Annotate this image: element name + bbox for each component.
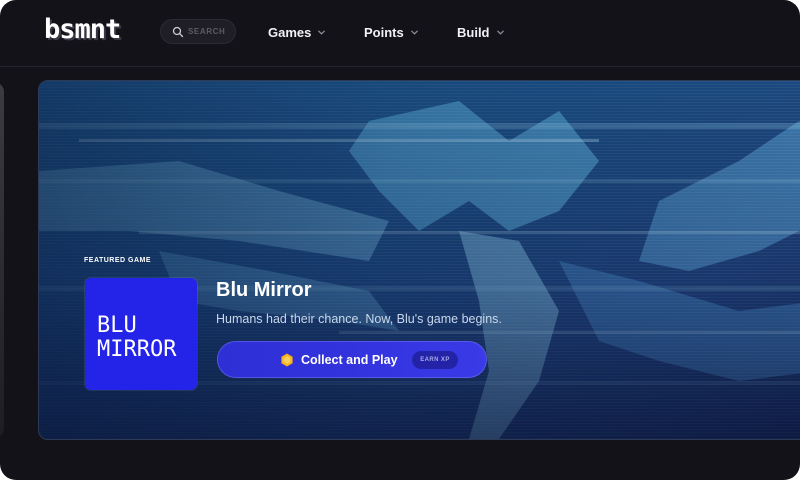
nav-item-label: Build <box>457 24 490 40</box>
search-placeholder: SEARCH <box>188 27 226 36</box>
collect-and-play-button[interactable]: Collect and Play EARN XP <box>217 341 487 378</box>
logo[interactable]: bsmnt <box>44 15 121 45</box>
search-icon <box>172 26 184 38</box>
game-description: Humans had their chance. Now, Blu's game… <box>216 312 502 326</box>
app-frame: bsmnt SEARCH Games Points Build FEATURED… <box>0 0 800 480</box>
cta-label: Collect and Play <box>301 353 398 367</box>
nav-item-label: Points <box>364 24 404 40</box>
top-nav: bsmnt SEARCH Games Points Build <box>0 0 800 67</box>
nav-item-build[interactable]: Build <box>457 23 505 41</box>
coin-icon <box>281 353 293 367</box>
nav-item-points[interactable]: Points <box>364 23 419 41</box>
game-thumbnail-logo: BLU MIRROR <box>97 313 177 362</box>
nav-item-label: Games <box>268 24 312 40</box>
chevron-down-icon <box>318 30 326 35</box>
nav-item-games[interactable]: Games <box>268 23 326 41</box>
chevron-down-icon <box>496 30 504 35</box>
game-thumbnail[interactable]: BLU MIRROR <box>85 278 197 390</box>
featured-game-label: FEATURED GAME <box>84 257 152 264</box>
game-title: Blu Mirror <box>216 279 312 301</box>
featured-game-banner[interactable]: FEATURED GAME BLU MIRROR Blu Mirror Huma… <box>38 80 800 440</box>
chevron-down-icon <box>410 30 418 35</box>
previous-slide-card[interactable] <box>0 82 4 438</box>
search-input[interactable]: SEARCH <box>160 19 236 44</box>
earn-xp-badge: EARN XP <box>412 351 458 369</box>
